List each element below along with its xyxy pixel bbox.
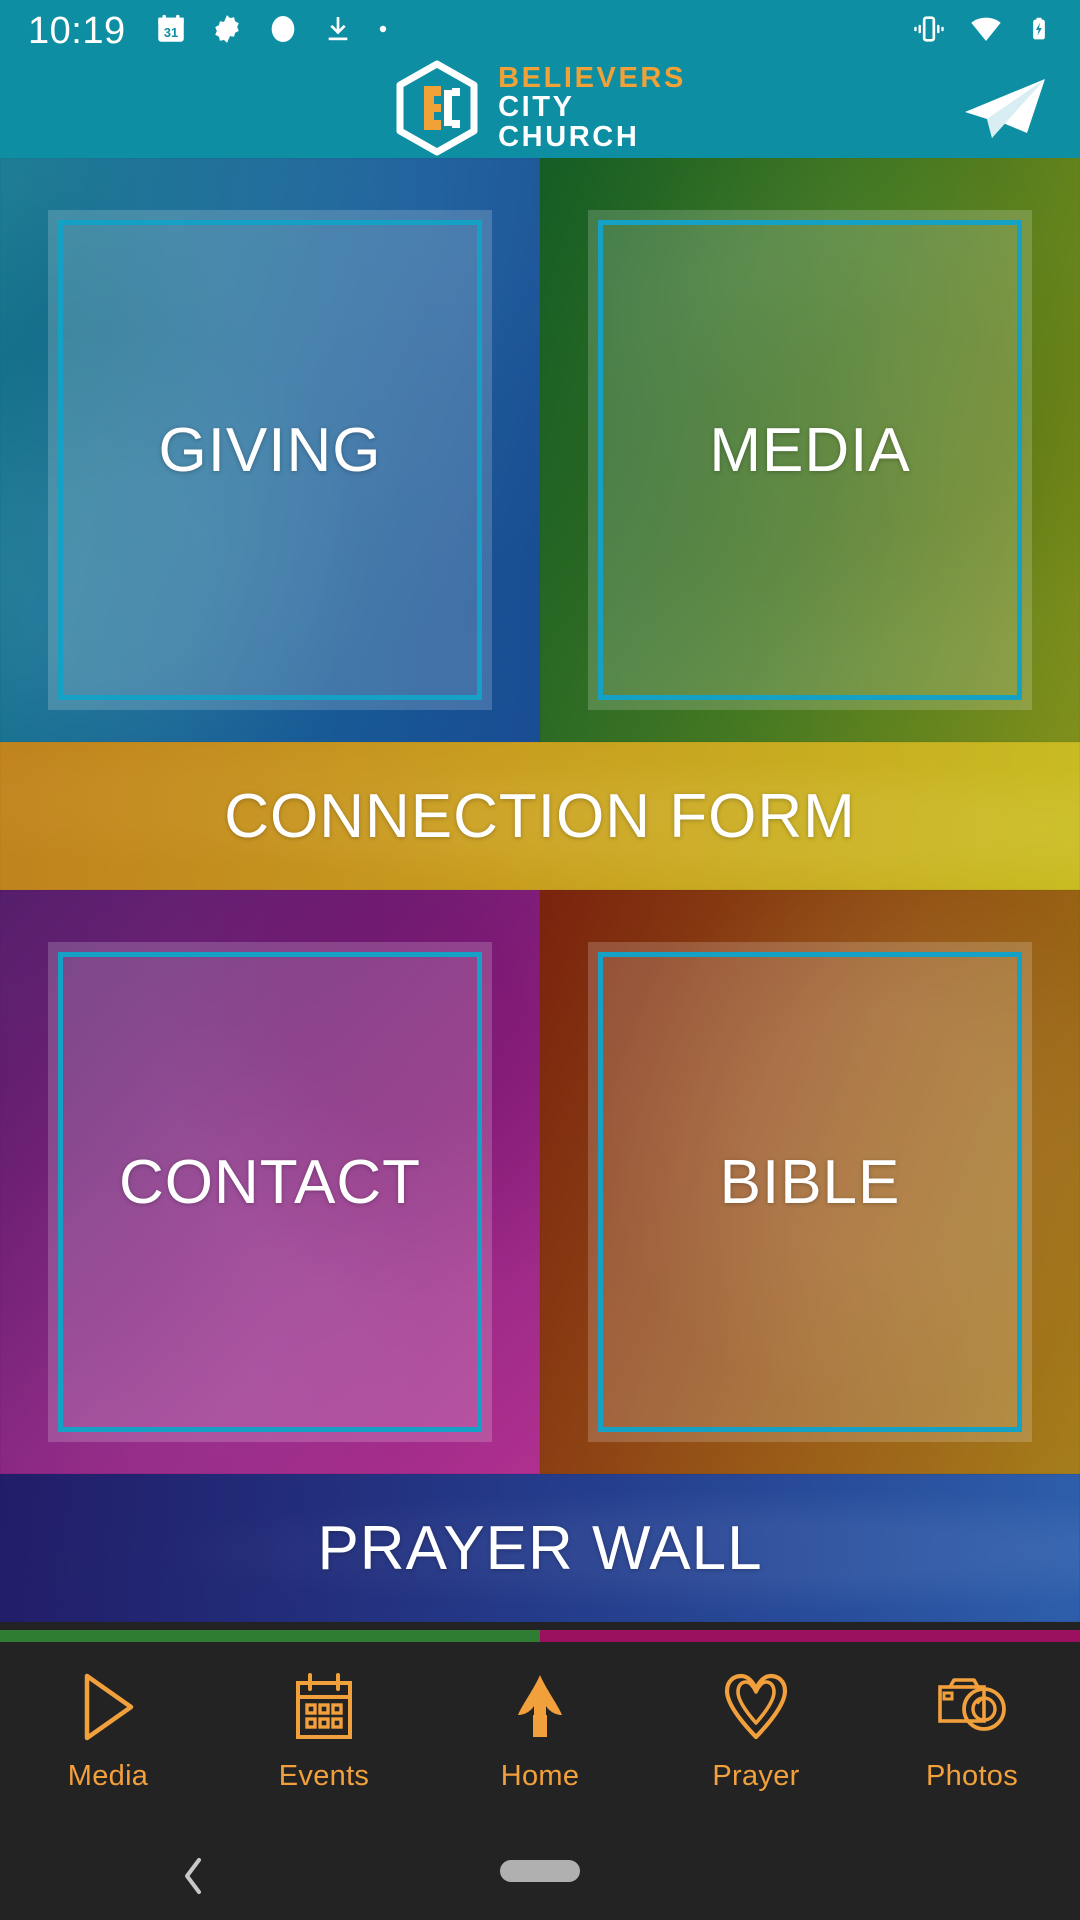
tile-media[interactable]: MEDIA (540, 158, 1080, 742)
edge-strip-right (540, 1630, 1080, 1642)
download-icon (322, 12, 354, 51)
tile-media-label: MEDIA (709, 415, 911, 485)
tile-bible[interactable]: BIBLE (540, 890, 1080, 1474)
home-icon (501, 1668, 579, 1746)
bottom-tab-bar: Media Events Home Prayer Photos (0, 1642, 1080, 1830)
brand-line-city: CITY (498, 91, 575, 124)
brand-wordmark: BELIEVERS CITY CHURCH (498, 61, 686, 153)
tile-prayer-wall[interactable]: PRAYER WALL (0, 1474, 1080, 1622)
send-button[interactable] (958, 74, 1050, 146)
camera-icon (933, 1668, 1011, 1746)
tab-events[interactable]: Events (216, 1642, 432, 1830)
heart-icon (717, 1668, 795, 1746)
status-bar-system-icons (912, 12, 1052, 51)
dot-icon (376, 22, 390, 41)
home-pill-icon[interactable] (500, 1860, 580, 1882)
gear-icon (210, 12, 244, 51)
play-triangle-icon (69, 1668, 147, 1746)
back-chevron-icon[interactable] (170, 1852, 218, 1900)
tile-row-bottom: CONTACT BIBLE (0, 890, 1080, 1474)
brand-line-church: CHURCH (498, 120, 640, 153)
app-screen: 10:19 31 BELIEVERS CITY CHURCH GIVING ME… (0, 0, 1080, 1920)
tile-connection-form[interactable]: CONNECTION FORM (0, 742, 1080, 890)
tile-bible-label: BIBLE (719, 1147, 901, 1217)
status-bar-clock: 10:19 (28, 10, 126, 52)
paper-plane-send-icon (959, 75, 1049, 146)
tab-photos[interactable]: Photos (864, 1642, 1080, 1830)
tile-giving[interactable]: GIVING (0, 158, 540, 742)
tile-contact-label: CONTACT (118, 1147, 422, 1217)
brand-lockup: BELIEVERS CITY CHURCH (394, 60, 686, 156)
circle-icon (266, 12, 300, 51)
tile-giving-label: GIVING (158, 415, 382, 485)
tab-media-label: Media (67, 1760, 149, 1792)
content-edge-strip (0, 1630, 1080, 1642)
edge-strip-left (0, 1630, 540, 1642)
android-system-nav (0, 1830, 1080, 1920)
tab-events-label: Events (278, 1760, 370, 1792)
svg-text:31: 31 (164, 24, 178, 39)
believers-city-church-logo-icon (394, 60, 480, 156)
status-bar-notification-icons: 31 (154, 12, 390, 51)
calendar-icon (285, 1668, 363, 1746)
home-tile-grid: GIVING MEDIA CONNECTION FORM CONTACT BIB… (0, 158, 1080, 1630)
tile-connection-form-label: CONNECTION FORM (224, 781, 856, 851)
app-header: BELIEVERS CITY CHURCH (0, 60, 1080, 158)
tab-home[interactable]: Home (432, 1642, 648, 1830)
calendar-31-icon: 31 (154, 12, 188, 51)
tab-photos-label: Photos (925, 1760, 1019, 1792)
tile-contact[interactable]: CONTACT (0, 890, 540, 1474)
tab-prayer[interactable]: Prayer (648, 1642, 864, 1830)
tab-home-label: Home (500, 1760, 580, 1792)
tile-prayer-wall-label: PRAYER WALL (317, 1513, 763, 1583)
tile-row-top: GIVING MEDIA (0, 158, 1080, 742)
status-bar: 10:19 31 (0, 0, 1080, 62)
tab-prayer-label: Prayer (712, 1760, 800, 1792)
battery-charging-icon (1026, 12, 1052, 51)
brand-line-believers: BELIEVERS (498, 61, 686, 94)
wifi-icon (968, 12, 1004, 51)
vibrate-icon (912, 12, 946, 51)
tab-media[interactable]: Media (0, 1642, 216, 1830)
